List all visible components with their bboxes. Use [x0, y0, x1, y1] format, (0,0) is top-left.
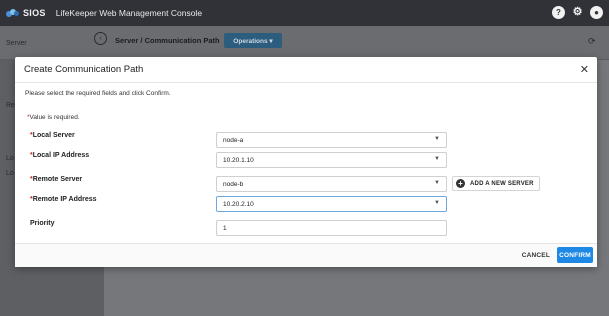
- required-note-text: Value is required.: [29, 114, 80, 121]
- gear-icon[interactable]: ⚙: [571, 6, 584, 19]
- close-icon[interactable]: ✕: [580, 63, 589, 76]
- sidebar-text-3: Lo: [6, 170, 14, 177]
- priority-input[interactable]: 1: [216, 220, 447, 236]
- dialog-header: Create Communication Path: [15, 57, 597, 83]
- add-new-server-button[interactable]: + ADD A NEW SERVER: [452, 176, 540, 191]
- chevron-down-icon: ▼: [434, 180, 440, 186]
- breadcrumb: Server / Communication Path: [115, 36, 220, 45]
- sios-logo: SIOS: [6, 8, 46, 18]
- dialog-footer: CANCEL CONFIRM: [15, 243, 597, 267]
- app-title: LifeKeeper Web Management Console: [55, 8, 203, 18]
- local-server-label: *Local Server: [30, 132, 75, 139]
- help-icon[interactable]: ?: [552, 6, 565, 19]
- local-server-value: node-a: [223, 136, 244, 144]
- local-server-label-text: Local Server: [32, 132, 75, 139]
- priority-label: Priority: [30, 220, 55, 227]
- logo-icon: [6, 8, 20, 18]
- chevron-down-icon: ▼: [434, 200, 440, 206]
- remote-server-select[interactable]: node-b ▼: [216, 176, 447, 192]
- dialog-title: Create Communication Path: [24, 64, 144, 75]
- required-note: *Value is required.: [27, 114, 80, 121]
- remote-server-label: *Remote Server: [30, 176, 83, 183]
- chevron-down-icon: ▼: [434, 156, 440, 162]
- remote-server-label-text: Remote Server: [32, 176, 83, 183]
- operations-button[interactable]: Operations ▾: [224, 33, 282, 48]
- local-ip-label-text: Local IP Address: [32, 152, 90, 159]
- remote-ip-value: 10.20.2.10: [223, 200, 254, 208]
- confirm-button[interactable]: CONFIRM: [557, 247, 593, 263]
- sidebar-text-2: Lo: [6, 155, 14, 162]
- local-ip-select[interactable]: 10.20.1.10 ▼: [216, 152, 447, 168]
- remote-ip-label-text: Remote IP Address: [32, 196, 97, 203]
- local-server-select[interactable]: node-a ▼: [216, 132, 447, 148]
- remote-ip-label: *Remote IP Address: [30, 196, 97, 203]
- chevron-down-icon: ▼: [434, 136, 440, 142]
- refresh-icon[interactable]: ⟳: [588, 36, 596, 47]
- cancel-button[interactable]: CANCEL: [520, 249, 552, 262]
- dialog-instructions: Please select the required fields and cl…: [25, 90, 171, 97]
- plus-circle-icon: +: [456, 179, 465, 188]
- add-new-server-label: ADD A NEW SERVER: [470, 180, 534, 187]
- local-ip-value: 10.20.1.10: [223, 156, 254, 164]
- remote-server-value: node-b: [223, 180, 244, 188]
- back-icon[interactable]: ‹: [94, 32, 107, 45]
- priority-value: 1: [223, 224, 227, 232]
- server-label: Server: [6, 40, 27, 47]
- local-ip-label: *Local IP Address: [30, 152, 90, 159]
- page-toolbar: [0, 26, 609, 60]
- logo-text: SIOS: [23, 8, 46, 18]
- account-icon[interactable]: ●: [590, 6, 603, 19]
- remote-ip-select[interactable]: 10.20.2.10 ▼: [216, 196, 447, 212]
- create-communication-path-dialog: Create Communication Path ✕ Please selec…: [15, 57, 597, 267]
- sidebar-text-1: Re: [6, 102, 15, 109]
- app-header: SIOS LifeKeeper Web Management Console ?…: [0, 0, 609, 26]
